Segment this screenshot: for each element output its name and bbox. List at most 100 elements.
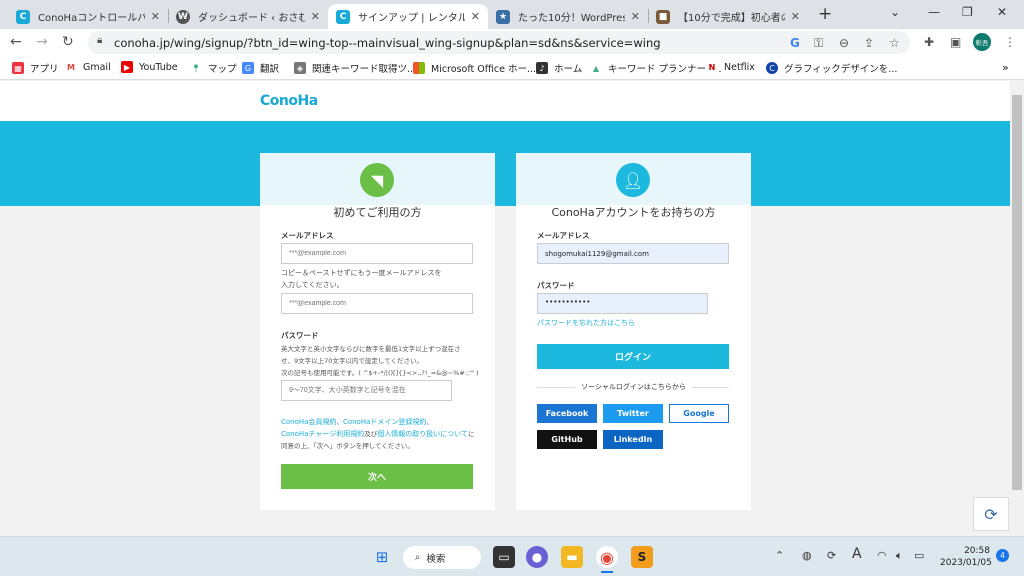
bookmark-apps[interactable]: ▦ アプリ — [12, 61, 59, 75]
chrome-icon[interactable]: ◉ — [596, 546, 618, 568]
confirm-email-input[interactable] — [281, 293, 473, 314]
terms-link-domain[interactable]: ConoHaドメイン登録規約 — [343, 418, 426, 426]
notification-badge[interactable]: 4 — [996, 549, 1009, 562]
article-icon: ■ — [656, 9, 670, 24]
tab-conoha-control-panel[interactable]: C ConoHaコントロールパネル ✕ — [8, 4, 168, 29]
restore-button[interactable]: ❐ — [962, 5, 973, 19]
chat-icon[interactable]: ● — [526, 546, 548, 568]
bookmark-home[interactable]: ♪ ホーム — [536, 61, 582, 75]
next-button[interactable]: 次へ — [281, 464, 473, 489]
privacy-link[interactable]: 個人情報の取り扱いについて — [377, 430, 468, 438]
terms-link-charge[interactable]: ConoHaチャージ利用規約 — [281, 430, 364, 438]
bookmarks-bar: ▦ アプリ M Gmail ▶ YouTube 📍︎ マップ G 翻訳 ◈ 関連キーワード取… — [0, 56, 1024, 80]
recaptcha-badge-icon[interactable]: ⟳ — [973, 497, 1009, 531]
blog-icon: ★ — [496, 9, 510, 24]
sublime-icon[interactable]: S — [631, 546, 653, 568]
start-icon[interactable]: ⊞ — [371, 546, 393, 568]
bookmark-gmail[interactable]: M Gmail — [65, 61, 111, 73]
tray-overflow-icon[interactable]: ⌃ — [775, 549, 784, 562]
linkedin-login-button[interactable]: LinkedIn — [603, 430, 663, 449]
extensions-icon[interactable]: ✚ — [924, 35, 934, 49]
github-login-button[interactable]: GitHub — [537, 430, 597, 449]
microsoft-icon — [413, 62, 425, 74]
scrollbar-thumb[interactable] — [1012, 95, 1022, 490]
bookmark-translate[interactable]: G 翻訳 — [242, 61, 279, 75]
gmail-icon: M — [65, 61, 77, 73]
share-icon[interactable]: ⇪ — [864, 36, 874, 50]
new-tab-button[interactable]: + — [818, 4, 832, 24]
forward-icon[interactable]: → — [36, 34, 48, 50]
sync-icon[interactable]: ⟳ — [827, 549, 836, 562]
close-icon[interactable]: ✕ — [631, 10, 640, 23]
close-icon[interactable]: ✕ — [311, 10, 320, 23]
user-icon: 👤︎ — [616, 163, 650, 197]
twitter-login-button[interactable]: Twitter — [603, 404, 663, 423]
wifi-icon[interactable]: ◠ — [877, 549, 887, 562]
social-login-label: ソーシャルログインはこちらから — [516, 381, 751, 393]
reload-icon[interactable]: ↻ — [62, 34, 74, 50]
menu-icon[interactable]: ⋮ — [1004, 35, 1016, 49]
translate-icon: G — [242, 62, 254, 74]
profile-avatar[interactable]: 彰吾 — [973, 33, 991, 51]
bookmark-keyword-planner[interactable]: ▲ キーワード プランナー -... — [590, 61, 722, 75]
bookmark-label: アプリ — [30, 64, 59, 75]
bookmark-star-icon[interactable]: ☆ — [889, 36, 900, 50]
tab-wordpress-blog[interactable]: ★ たった10分！WordPressブロ ✕ — [488, 4, 648, 29]
battery-icon[interactable]: ▭ — [914, 549, 924, 562]
clock[interactable]: 20:58 2023/01/05 — [940, 545, 992, 569]
address-bar[interactable]: 🔒︎ conoha.jp/wing/signup/?btn_id=wing-to… — [88, 31, 910, 54]
forgot-password-link[interactable]: パスワードを忘れた方はこちら — [537, 317, 635, 329]
tab-strip: C ConoHaコントロールパネル ✕ W ダッシュボード ‹ おさむブログ —… — [0, 0, 1024, 29]
ime-indicator[interactable]: A — [852, 546, 862, 562]
close-icon[interactable]: ✕ — [471, 10, 480, 23]
login-password-input[interactable]: ••••••••••• — [537, 293, 708, 314]
tab-title: サインアップ | レンタルサーバー — [358, 13, 465, 24]
bookmark-microsoft-office[interactable]: Microsoft Office ホー... — [413, 61, 536, 75]
bookmark-label: Netflix — [724, 61, 755, 73]
volume-icon[interactable]: 🔈︎ — [896, 549, 903, 563]
page-scrollbar[interactable] — [1010, 81, 1024, 536]
side-panel-icon[interactable]: ▣ — [950, 35, 961, 49]
tab-search-icon[interactable]: ⌄ — [890, 5, 900, 19]
google-icon[interactable]: G — [790, 36, 800, 50]
tab-signup[interactable]: C サインアップ | レンタルサーバー ✕ — [328, 4, 488, 29]
close-icon[interactable]: ✕ — [791, 10, 800, 23]
network-status-icon[interactable]: ◍ — [802, 549, 812, 562]
back-icon[interactable]: ← — [10, 34, 22, 50]
taskbar-search[interactable]: ⌕ 検索 — [403, 546, 481, 569]
bookmark-maps[interactable]: 📍︎ マップ — [190, 61, 237, 75]
bookmark-keyword-tool[interactable]: ◈ 関連キーワード取得ツ... — [294, 61, 416, 75]
close-icon[interactable]: ✕ — [151, 10, 160, 23]
url-text: conoha.jp/wing/signup/?btn_id=wing-top--… — [114, 36, 661, 50]
bookmarks-overflow[interactable]: » — [1002, 61, 1009, 74]
password-input[interactable] — [281, 380, 452, 401]
password-note: 英大文字と英小文字ならびに数字を最低1文字以上ずつ混在さ せ、9文字以上70文字以… — [281, 345, 479, 377]
search-icon: ⌕ — [415, 552, 421, 563]
tab-title: 【10分で完成】初心者のため — [678, 13, 785, 24]
task-view-icon[interactable]: ▭ — [493, 546, 515, 568]
login-button[interactable]: ログイン — [537, 344, 729, 369]
bookmark-netflix[interactable]: N Netflix — [706, 61, 755, 73]
close-window-button[interactable]: ✕ — [997, 5, 1007, 19]
terms-note: ConoHa会員規約、ConoHaドメイン登録規約、 ConoHaチャージ利用規約… — [281, 418, 475, 450]
bookmark-graphic-design[interactable]: C グラフィックデザインを... — [766, 61, 897, 75]
minimize-button[interactable]: — — [928, 5, 940, 19]
bookmark-youtube[interactable]: ▶ YouTube — [121, 61, 178, 73]
tab-dashboard[interactable]: W ダッシュボード ‹ おさむブログ — ✕ — [168, 4, 328, 29]
zoom-icon[interactable]: ⊖ — [839, 36, 849, 50]
bookmark-label: Gmail — [83, 61, 111, 73]
login-email-input[interactable]: shogomukai1129@gmail.com — [537, 243, 729, 264]
key-icon[interactable]: ⚿ — [814, 36, 823, 51]
conoha-logo[interactable]: ConoHa — [260, 93, 318, 109]
bookmark-label: 関連キーワード取得ツ... — [312, 64, 417, 75]
bookmark-label: キーワード プランナー -... — [608, 64, 722, 75]
facebook-login-button[interactable]: Facebook — [537, 404, 597, 423]
web-page: ConoHa ◥ 初めてご利用の方 メールアドレス コピー＆ペーストせずにもう一… — [0, 81, 1010, 536]
tab-beginner-guide[interactable]: ■ 【10分で完成】初心者のため ✕ — [648, 4, 808, 29]
google-login-button[interactable]: Google — [669, 404, 729, 423]
terms-link-member[interactable]: ConoHa会員規約 — [281, 418, 336, 426]
bookmark-label: グラフィックデザインを... — [784, 64, 898, 75]
bookmark-label: 翻訳 — [260, 64, 280, 75]
email-input[interactable] — [281, 243, 473, 264]
file-explorer-icon[interactable]: ▬ — [561, 546, 583, 568]
